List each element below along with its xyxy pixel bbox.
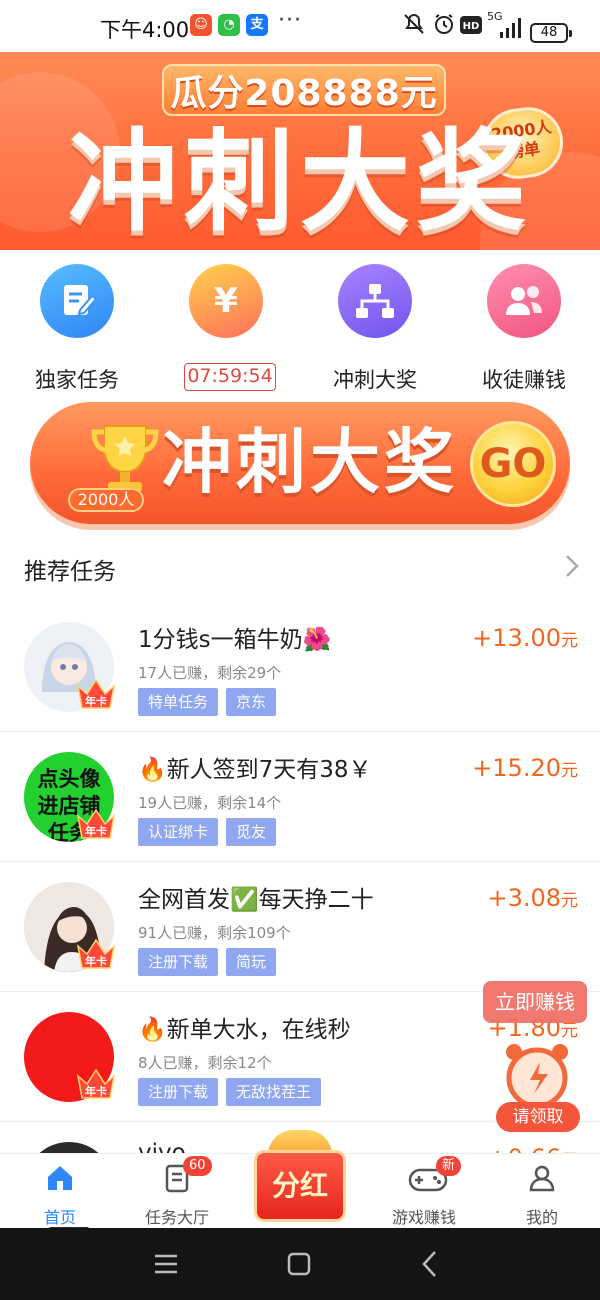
task-reward: +15.20元 bbox=[472, 754, 578, 782]
mute-icon bbox=[402, 12, 426, 38]
quick-nav-sprint-prize[interactable]: 冲刺大奖 bbox=[300, 264, 450, 392]
svg-text:¥: ¥ bbox=[214, 281, 238, 321]
task-reward-unit: 元 bbox=[561, 891, 578, 911]
svg-text:年卡: 年卡 bbox=[85, 1084, 107, 1098]
task-reward-amount: +13.00 bbox=[472, 624, 561, 652]
alarm-icon bbox=[432, 12, 456, 38]
task-row[interactable]: 年卡 全网首发✅每天挣二十 91人已赚，剩余109个 注册下载 简玩 +3.08… bbox=[0, 862, 600, 992]
tab-count-badge: 60 bbox=[183, 1156, 212, 1176]
task-title: 1分钱s一箱牛奶🌺 bbox=[138, 627, 332, 653]
banner-title: 冲刺大奖 bbox=[68, 118, 532, 246]
chevron-right-icon[interactable] bbox=[564, 552, 580, 587]
section-title: 推荐任务 bbox=[24, 559, 116, 585]
tab-task-hall[interactable]: 60 任务大厅 bbox=[117, 1154, 237, 1228]
earn-now-button[interactable]: 立即赚钱 bbox=[483, 981, 587, 1023]
promo-banner[interactable]: 瓜分208888元 2000人 榜单 冲刺大奖 bbox=[0, 52, 600, 250]
task-stats: 19人已赚，剩余14个 bbox=[138, 794, 282, 812]
task-tags: 注册下载 无敌找茬王 bbox=[138, 1078, 329, 1106]
task-title: 全网首发✅每天挣二十 bbox=[138, 887, 374, 913]
tab-label: 首页 bbox=[43, 1208, 76, 1227]
profile-icon bbox=[526, 1162, 558, 1194]
claim-button[interactable]: 请领取 bbox=[496, 1102, 580, 1132]
task-stats: 17人已赚，剩余29个 bbox=[138, 664, 282, 682]
quick-nav-recruit[interactable]: 收徒赚钱 bbox=[449, 264, 599, 392]
task-tag: 注册下载 bbox=[138, 1078, 219, 1106]
task-title: 🔥新单大水，在线秒 bbox=[138, 1017, 351, 1043]
tab-home[interactable]: 首页 bbox=[0, 1154, 120, 1228]
countdown-timer: 07:59:54 bbox=[184, 363, 276, 391]
svg-text:年卡: 年卡 bbox=[85, 954, 107, 968]
task-reward-unit: 元 bbox=[561, 761, 578, 781]
home-icon bbox=[44, 1162, 76, 1194]
home-square-icon[interactable] bbox=[286, 1246, 312, 1282]
task-reward-amount: +15.20 bbox=[472, 754, 561, 782]
task-tag: 注册下载 bbox=[138, 948, 219, 976]
task-tag: 简玩 bbox=[226, 948, 277, 976]
task-reward: +13.00元 bbox=[472, 624, 578, 652]
status-bar: 下午4:00 ☺ ◔ 支 ··· HD 5G 48 bbox=[0, 0, 600, 52]
svg-text:HD: HD bbox=[463, 21, 480, 32]
huawei-app-icon: ☺ bbox=[190, 14, 212, 36]
tab-new-badge: 新 bbox=[436, 1156, 462, 1176]
sprint-banner-title: 冲刺大奖 bbox=[162, 421, 458, 503]
vip-badge-icon: 年卡 bbox=[74, 932, 118, 972]
more-notifications-icon: ··· bbox=[278, 8, 302, 33]
signal-icon bbox=[498, 14, 524, 40]
network-icon bbox=[338, 264, 412, 338]
hd-icon: HD bbox=[460, 16, 482, 42]
tab-label: 游戏赚钱 bbox=[391, 1208, 456, 1227]
quick-nav-label: 独家任务 bbox=[35, 368, 119, 392]
task-title: 🔥新人签到7天有38￥ bbox=[138, 757, 372, 783]
quick-nav-label: 收徒赚钱 bbox=[482, 368, 566, 392]
svg-text:年卡: 年卡 bbox=[85, 694, 107, 708]
vip-badge-icon: 年卡 bbox=[74, 802, 118, 842]
tab-center-label: 分红 bbox=[254, 1150, 346, 1222]
task-row[interactable]: 年卡 1分钱s一箱牛奶🌺 17人已赚，剩余29个 特单任务 京东 +13.00元 bbox=[0, 602, 600, 732]
system-nav-bar bbox=[0, 1228, 600, 1300]
edit-icon bbox=[40, 264, 114, 338]
banner-prize-pill: 瓜分208888元 bbox=[162, 64, 446, 116]
task-stats: 91人已赚，剩余109个 bbox=[138, 924, 291, 942]
vip-badge-icon: 年卡 bbox=[74, 1062, 118, 1102]
back-icon[interactable] bbox=[420, 1246, 440, 1282]
users-icon bbox=[487, 264, 561, 338]
tab-game-earn[interactable]: 新 游戏赚钱 bbox=[364, 1154, 484, 1228]
quick-nav-countdown[interactable]: ¥ 07:59:54 bbox=[151, 264, 301, 391]
task-reward-amount: +3.08 bbox=[487, 884, 561, 912]
task-tag: 京东 bbox=[226, 688, 277, 716]
quick-nav-exclusive-tasks[interactable]: 独家任务 bbox=[2, 264, 152, 392]
recommended-tasks-header[interactable]: 推荐任务 bbox=[0, 540, 600, 596]
task-stats: 8人已赚，剩余12个 bbox=[138, 1054, 272, 1072]
task-reward-unit: 元 bbox=[561, 1021, 578, 1041]
task-tags: 特单任务 京东 bbox=[138, 688, 284, 716]
alipay-icon: 支 bbox=[246, 14, 268, 36]
banner-prize-text: 瓜分208888元 bbox=[170, 73, 438, 114]
task-tag: 觅友 bbox=[226, 818, 277, 846]
task-tag: 认证绑卡 bbox=[138, 818, 219, 846]
svg-text:年卡: 年卡 bbox=[85, 824, 107, 838]
task-tags: 注册下载 简玩 bbox=[138, 948, 284, 976]
task-reward: +3.08元 bbox=[487, 884, 578, 912]
trophy-label: 2000人 bbox=[68, 488, 144, 512]
quick-nav-label: 冲刺大奖 bbox=[333, 368, 417, 392]
task-reward-unit: 元 bbox=[561, 631, 578, 651]
tab-dividend[interactable]: 分红 bbox=[254, 1130, 346, 1226]
wechat-icon: ◔ bbox=[218, 14, 240, 36]
task-tag: 无敌找茬王 bbox=[226, 1078, 322, 1106]
status-time: 下午4:00 bbox=[100, 18, 190, 42]
task-tags: 认证绑卡 觅友 bbox=[138, 818, 284, 846]
task-row[interactable]: 点头像进店铺任务 年卡 🔥新人签到7天有38￥ 19人已赚，剩余14个 认证绑卡… bbox=[0, 732, 600, 862]
quick-nav: 独家任务 ¥ 07:59:54 冲刺大奖 收徒赚钱 bbox=[0, 250, 600, 392]
tab-label: 任务大厅 bbox=[144, 1208, 209, 1227]
task-tag: 特单任务 bbox=[138, 688, 219, 716]
tab-label: 我的 bbox=[525, 1208, 558, 1227]
vip-badge-icon: 年卡 bbox=[74, 672, 118, 712]
tab-mine[interactable]: 我的 bbox=[482, 1154, 600, 1228]
sprint-prize-banner[interactable]: 2000人 冲刺大奖 GO bbox=[30, 402, 570, 524]
battery-indicator: 48 bbox=[530, 23, 572, 43]
go-button[interactable]: GO bbox=[470, 421, 556, 507]
yuan-icon: ¥ bbox=[189, 264, 263, 338]
menu-icon[interactable] bbox=[153, 1246, 179, 1282]
